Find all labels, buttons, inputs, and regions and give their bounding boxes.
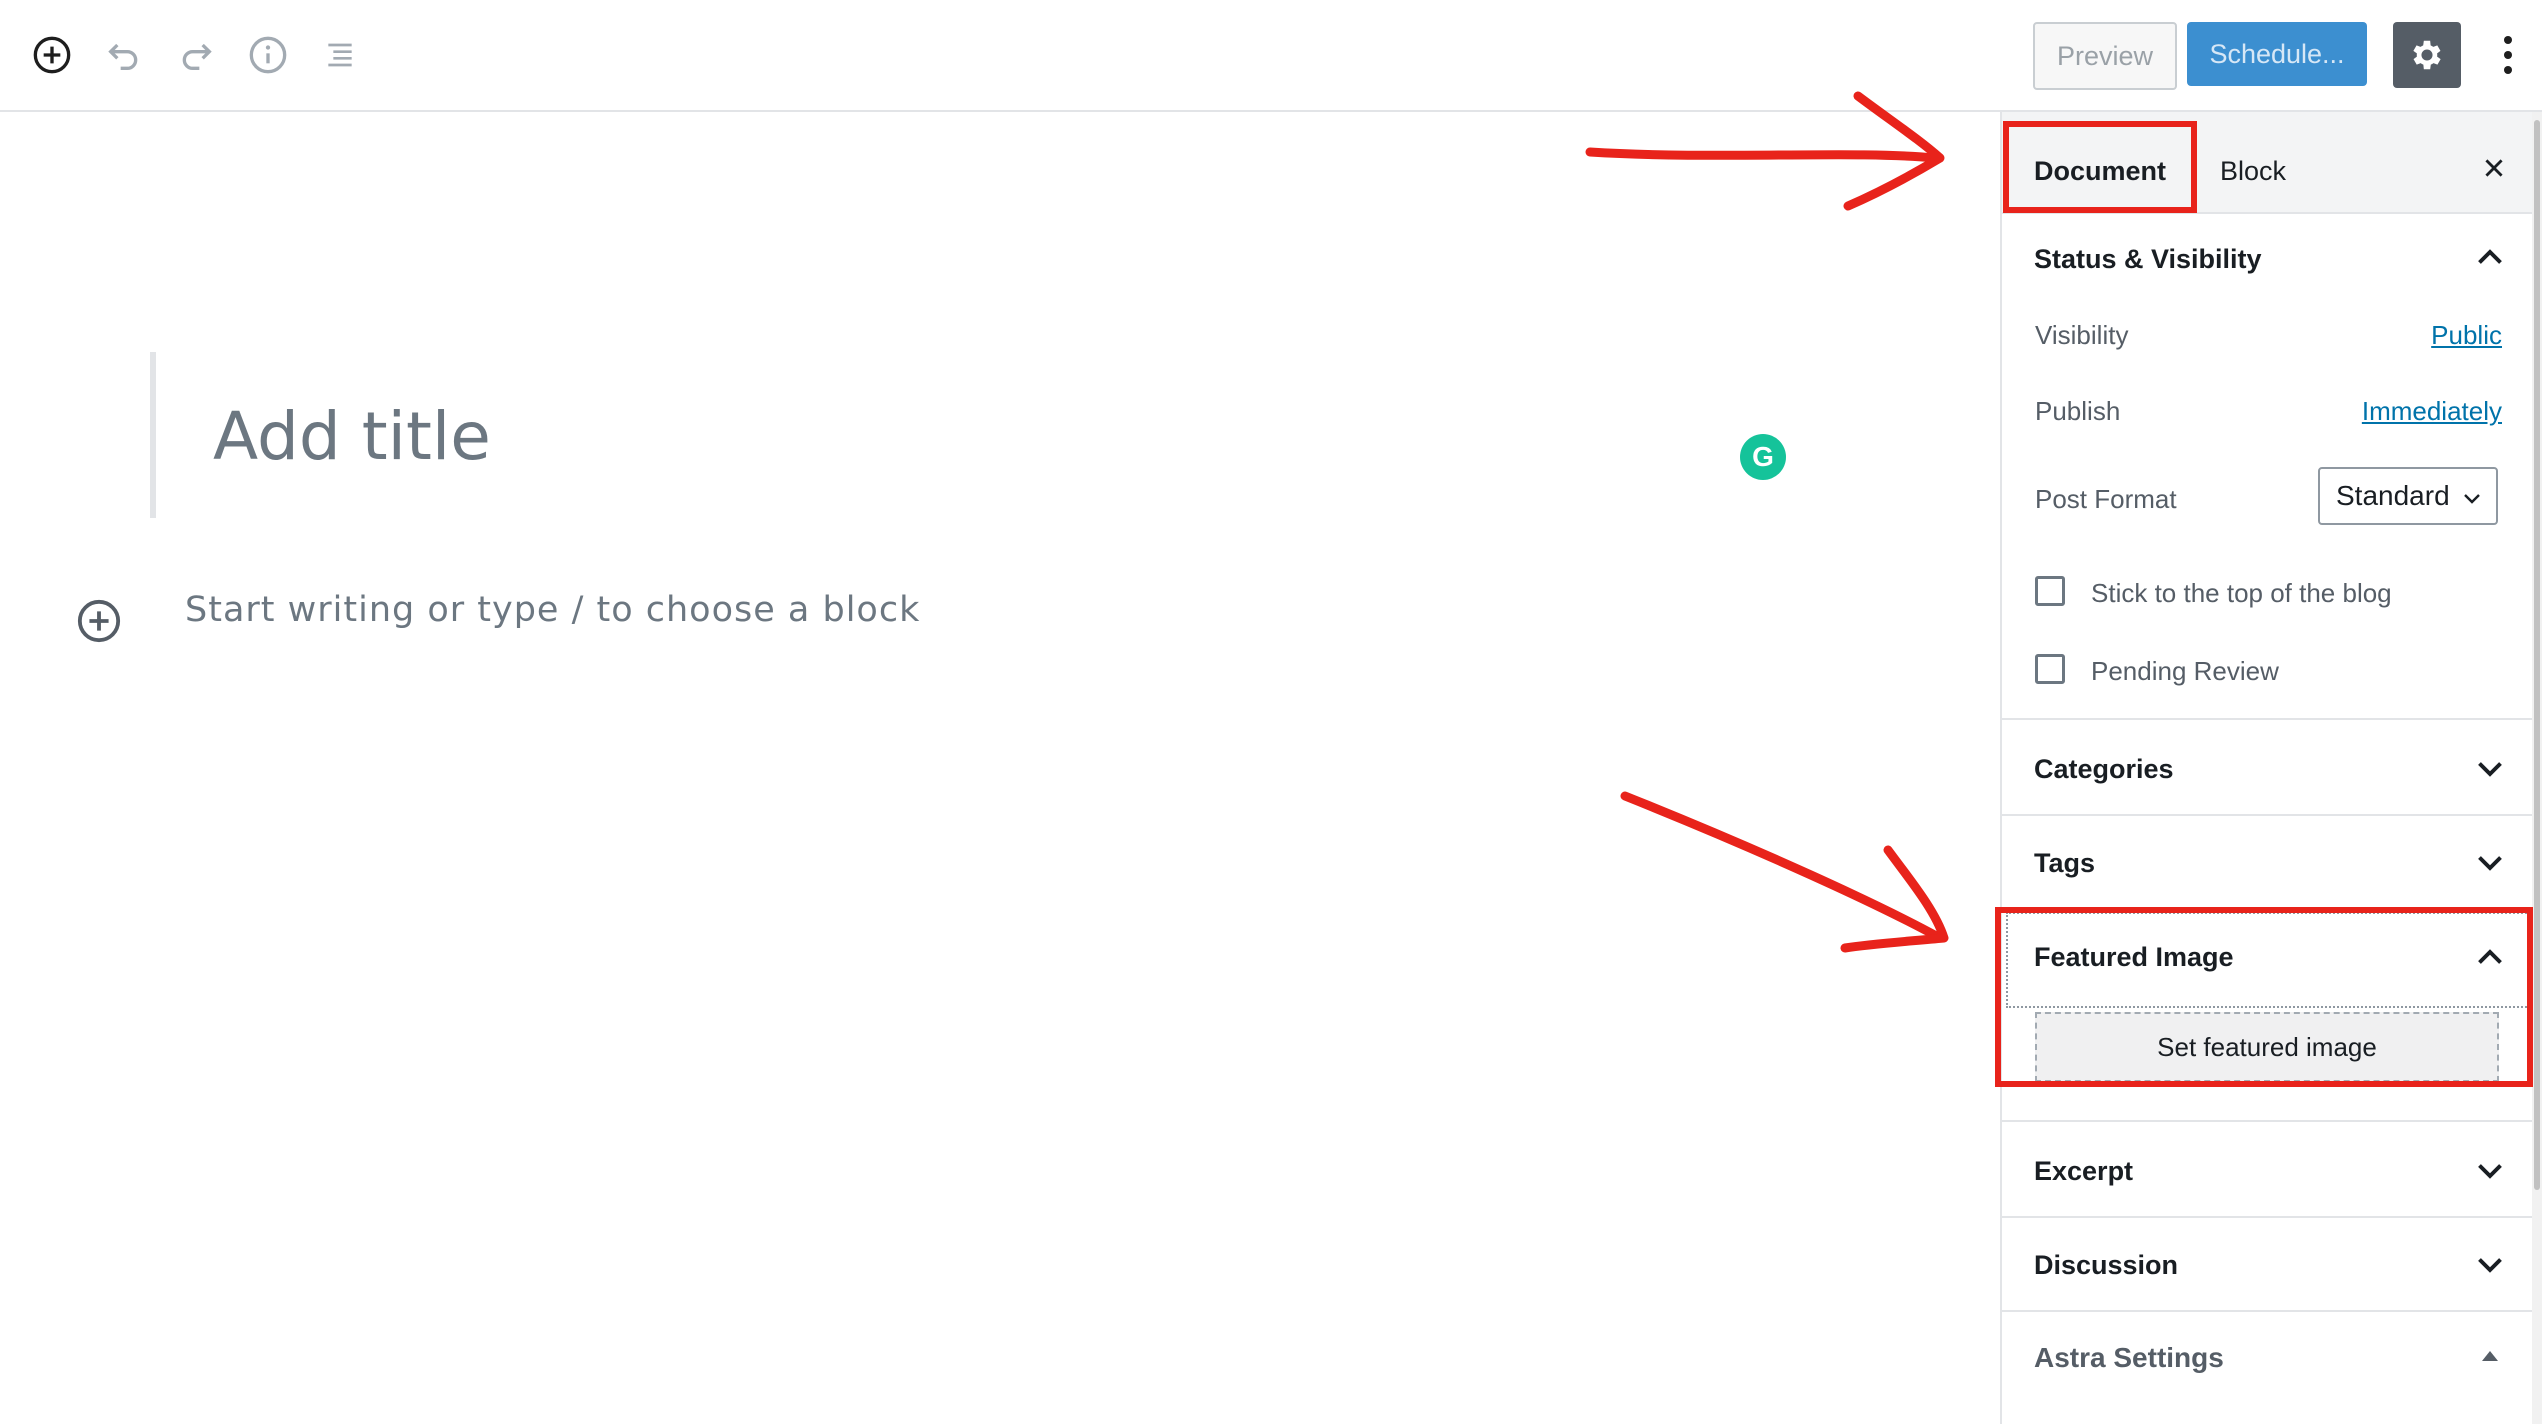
triangle-up-icon [2482, 1351, 2498, 1361]
arrowhead-featured-image [1840, 845, 1949, 953]
close-icon[interactable] [2472, 146, 2516, 190]
panel-discussion[interactable]: Discussion [2002, 1216, 2534, 1312]
arrow-to-featured-image [1620, 791, 1945, 943]
chevron-down-icon [2464, 494, 2480, 504]
chevron-down-icon [2478, 1258, 2502, 1273]
panel-title-status-visibility[interactable]: Status & Visibility [2034, 244, 2262, 275]
arrowhead-document [1843, 91, 1945, 211]
post-format-value: Standard [2336, 480, 2450, 511]
chevron-down-icon [2478, 1164, 2502, 1179]
sidebar-scroll-thumb[interactable] [2534, 120, 2540, 1190]
visibility-link[interactable]: Public [2431, 320, 2502, 351]
vertical-ellipsis-icon [2504, 36, 2512, 74]
panel-title-tags: Tags [2034, 848, 2096, 878]
sidebar-tabs: Document Block [2002, 112, 2534, 214]
publish-label: Publish [2035, 396, 2121, 426]
stick-to-top-label: Stick to the top of the blog [2091, 578, 2392, 608]
panel-title-astra-settings: Astra Settings [2034, 1342, 2224, 1373]
add-block-icon[interactable] [27, 30, 77, 80]
grammarly-icon[interactable]: G [1740, 434, 1786, 480]
more-options-button[interactable] [2490, 24, 2526, 86]
block-inserter-icon[interactable] [76, 598, 122, 644]
post-format-select[interactable]: Standard [2318, 467, 2498, 525]
visibility-label: Visibility [2035, 320, 2129, 350]
title-focus-bar [150, 352, 156, 518]
pending-review-checkbox[interactable] [2035, 654, 2065, 684]
undo-icon[interactable] [99, 30, 149, 80]
redo-icon[interactable] [171, 30, 221, 80]
stick-to-top-checkbox[interactable] [2035, 576, 2065, 606]
gear-icon [2413, 40, 2441, 70]
panel-excerpt[interactable]: Excerpt [2002, 1122, 2534, 1218]
panel-tags[interactable]: Tags [2002, 814, 2534, 910]
panel-categories[interactable]: Categories [2002, 720, 2534, 816]
schedule-button[interactable]: Schedule... [2187, 22, 2367, 86]
chevron-down-icon [2478, 856, 2502, 871]
chevron-down-icon [2478, 762, 2502, 777]
tab-document[interactable]: Document [2034, 156, 2166, 187]
info-icon[interactable] [243, 30, 293, 80]
panel-title-featured-image: Featured Image [2034, 942, 2234, 972]
block-appender[interactable]: Start writing or type / to choose a bloc… [185, 590, 920, 630]
panel-title-categories: Categories [2034, 754, 2174, 784]
editor-toolbar: Preview Schedule... [0, 0, 2542, 112]
settings-button[interactable] [2393, 22, 2461, 88]
set-featured-image-button[interactable]: Set featured image [2035, 1012, 2499, 1082]
arrow-to-document-tab [1585, 147, 1940, 163]
tab-block[interactable]: Block [2220, 156, 2286, 187]
post-format-label: Post Format [2035, 484, 2177, 514]
list-view-icon[interactable] [315, 30, 365, 80]
pending-review-label: Pending Review [2091, 656, 2279, 686]
block-editor: Preview Schedule... Add title G Start wr… [0, 0, 2542, 1424]
publish-link[interactable]: Immediately [2362, 396, 2502, 427]
chevron-up-icon[interactable] [2472, 240, 2508, 276]
post-title-input[interactable]: Add title [213, 398, 491, 475]
panel-title-excerpt: Excerpt [2034, 1156, 2134, 1186]
settings-sidebar: Document Block Status & Visibility Visib… [2000, 112, 2534, 1424]
panel-title-discussion: Discussion [2034, 1250, 2179, 1280]
chevron-up-icon[interactable] [2472, 940, 2508, 976]
preview-button[interactable]: Preview [2033, 22, 2177, 90]
